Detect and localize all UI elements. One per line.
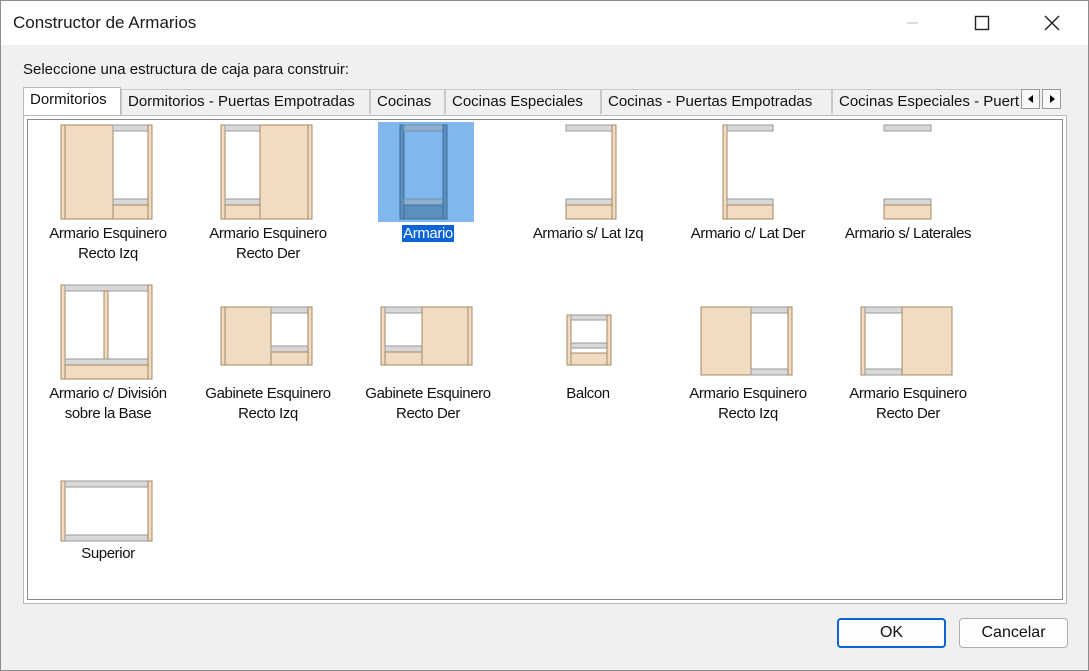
maximize-button[interactable] xyxy=(959,1,1005,45)
tab-cocinas-puertas-empotradas[interactable]: Cocinas - Puertas Empotradas xyxy=(601,89,832,114)
item-label: Gabinete Esquinero Recto Der xyxy=(365,385,491,422)
item-label: Armario s/ Laterales xyxy=(844,225,972,242)
item-label: Armario Esquinero Recto Der xyxy=(849,385,967,422)
item-label: Armario c/ Lat Der xyxy=(690,225,806,242)
superior-icon xyxy=(60,480,153,542)
tab-scroll-right-button[interactable] xyxy=(1042,89,1061,109)
title-bar: Constructor de Armarios xyxy=(1,1,1088,45)
window-title: Constructor de Armarios xyxy=(13,13,197,32)
tab-cocinas-especiales-puertas-empotradas[interactable]: Cocinas Especiales - Puertas Empotradas xyxy=(832,89,1020,114)
maximize-icon xyxy=(974,15,990,31)
item-label: Gabinete Esquinero Recto Izq xyxy=(205,385,331,422)
armario-esquinero-recto-der-2-icon xyxy=(860,306,953,376)
tab-dormitorios-puertas-empotradas[interactable]: Dormitorios - Puertas Empotradas xyxy=(121,89,370,114)
dialog-window: Constructor de Armarios Seleccione una e… xyxy=(0,0,1089,671)
tab-scroll-left-button[interactable] xyxy=(1021,89,1040,109)
close-icon xyxy=(1044,15,1060,31)
item-label: Balcon xyxy=(566,385,610,402)
arrow-left-icon xyxy=(1027,95,1033,103)
item-label: Armario xyxy=(401,224,455,243)
armario-sin-lat-izq-icon xyxy=(565,124,617,220)
item-label: Armario Esquinero Recto Izq xyxy=(689,385,807,422)
armario-sin-laterales-icon xyxy=(883,124,932,220)
armario-con-lat-der-icon xyxy=(722,124,774,220)
armario-esquinero-recto-izq-icon xyxy=(60,124,153,220)
tab-cocinas-especiales[interactable]: Cocinas Especiales xyxy=(445,89,601,114)
tab-panel: Armario Esquinero Recto Izq Armario Esqui… xyxy=(23,115,1067,604)
armario-esquinero-recto-der-icon xyxy=(220,124,313,220)
item-label: Armario s/ Lat Izq xyxy=(532,225,644,242)
minimize-icon xyxy=(907,22,918,24)
arrow-right-icon xyxy=(1049,95,1055,103)
instruction-label: Seleccione una estructura de caja para c… xyxy=(23,61,350,78)
tab-dormitorios[interactable]: Dormitorios xyxy=(23,87,121,115)
gabinete-esquinero-recto-izq-icon xyxy=(220,306,313,366)
structure-list: Armario Esquinero Recto Izq Armario Esqui… xyxy=(27,119,1063,600)
ok-button[interactable]: OK xyxy=(837,618,946,648)
minimize-button[interactable] xyxy=(890,1,936,45)
armario-esquinero-recto-izq-2-icon xyxy=(700,306,793,376)
item-label: Armario Esquinero Recto Der xyxy=(209,225,327,262)
cancel-button[interactable]: Cancelar xyxy=(959,618,1068,648)
gabinete-esquinero-recto-der-icon xyxy=(380,306,473,366)
tab-cocinas[interactable]: Cocinas xyxy=(370,89,445,114)
armario-division-icon xyxy=(60,284,153,380)
category-tabs: Dormitorios Dormitorios - Puertas Empotr… xyxy=(23,87,1020,115)
close-button[interactable] xyxy=(1029,1,1075,45)
item-label: Superior xyxy=(81,545,135,562)
item-label: Armario Esquinero Recto Izq xyxy=(49,225,167,262)
balcon-icon xyxy=(566,314,612,366)
item-label: Armario c/ División sobre la Base xyxy=(49,385,167,422)
armario-icon xyxy=(378,122,474,222)
